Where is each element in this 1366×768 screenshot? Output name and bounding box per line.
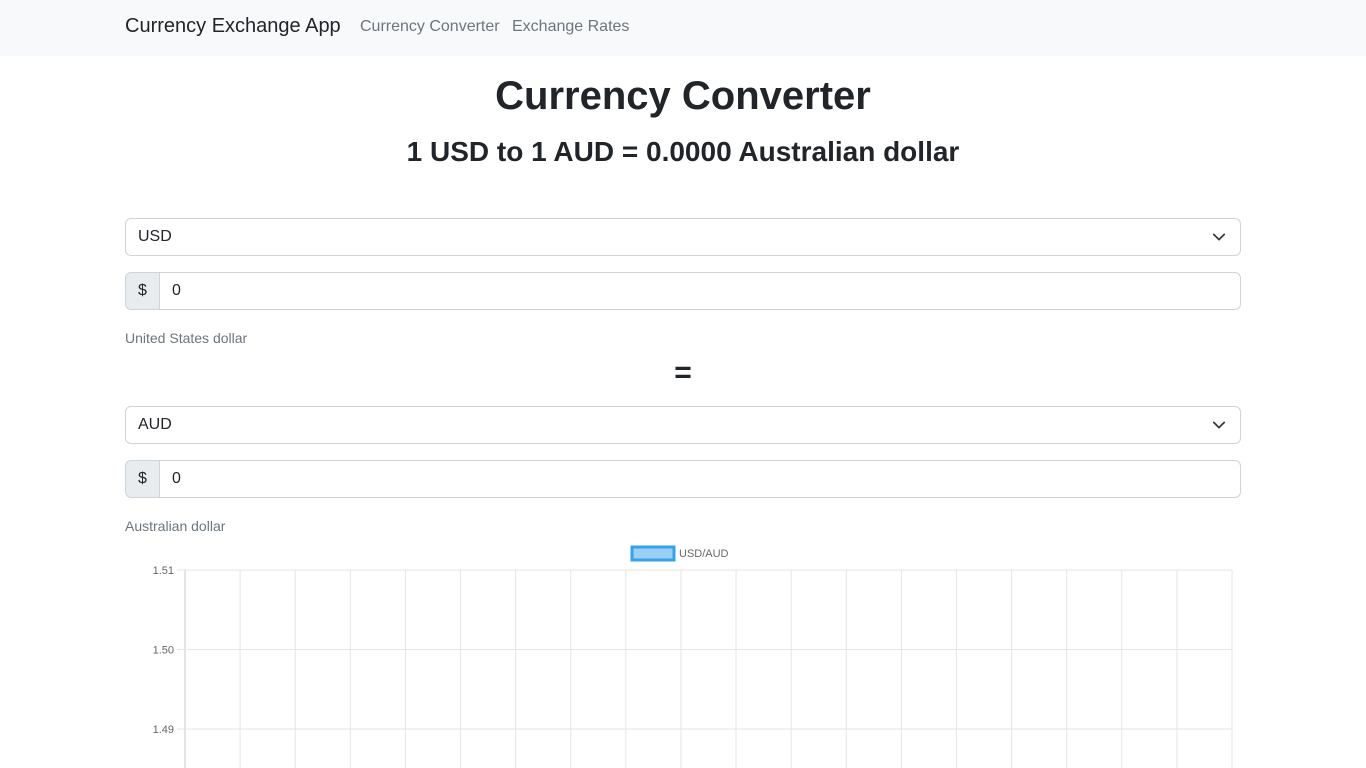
from-currency-name: United States dollar xyxy=(125,330,248,346)
from-currency-select[interactable]: USD xyxy=(125,218,1241,256)
brand-link[interactable]: Currency Exchange App xyxy=(125,15,341,38)
from-amount-input[interactable]: 0 xyxy=(159,272,1241,310)
exchange-rate-chart-svg: 1.51 1.50 1.49 USD/AUD xyxy=(153,545,1233,768)
from-amount-group: $ 0 xyxy=(125,272,1241,310)
conversion-rate-heading: 1 USD to 1 AUD = 0.0000 Australian dolla… xyxy=(406,136,960,167)
y-tick-label: 1.51 xyxy=(153,565,174,577)
y-tick-label: 1.49 xyxy=(153,724,174,736)
chevron-down-icon xyxy=(1212,233,1226,241)
to-currency-symbol: $ xyxy=(125,460,160,498)
exchange-rate-chart: 1.51 1.50 1.49 USD/AUD xyxy=(120,540,1240,768)
y-tick-label: 1.50 xyxy=(153,645,174,657)
from-currency-value: USD xyxy=(138,228,172,245)
to-currency-name: Australian dollar xyxy=(125,518,226,534)
from-currency-symbol: $ xyxy=(125,272,160,310)
to-amount-input[interactable]: 0 xyxy=(159,460,1241,498)
nav-link-currency-converter[interactable]: Currency Converter xyxy=(360,18,500,36)
legend-label: USD/AUD xyxy=(679,548,729,560)
chevron-down-icon xyxy=(1212,421,1226,429)
navbar: Currency Exchange App Currency Converter… xyxy=(0,0,1366,56)
to-currency-value: AUD xyxy=(138,416,172,433)
legend-swatch xyxy=(630,545,676,562)
to-amount-group: $ 0 xyxy=(125,460,1241,498)
page-title: Currency Converter xyxy=(495,74,871,118)
to-currency-select[interactable]: AUD xyxy=(125,406,1241,444)
equals-sign: = xyxy=(674,356,692,389)
nav-link-exchange-rates[interactable]: Exchange Rates xyxy=(512,18,629,36)
